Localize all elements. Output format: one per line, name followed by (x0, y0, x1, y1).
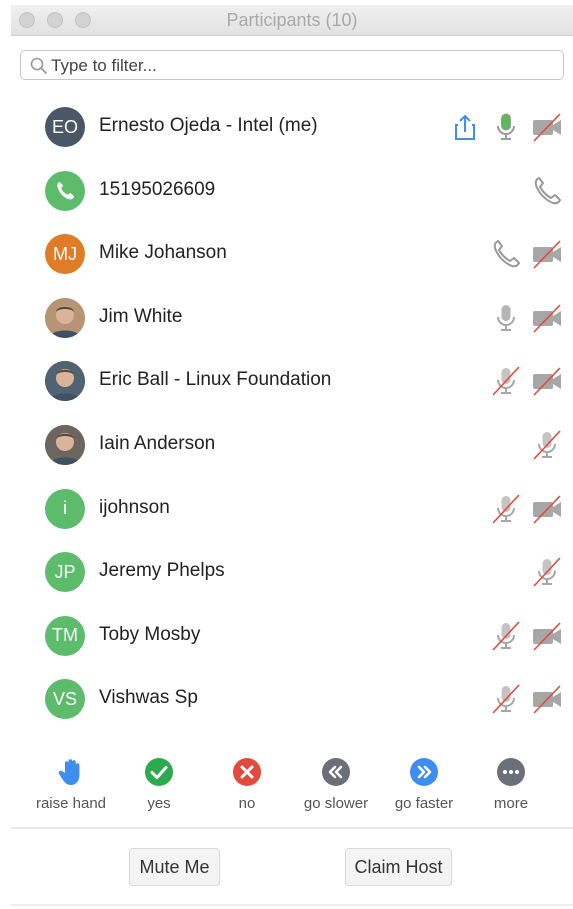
participants-window: Participants (10) EO Ernesto Ojeda - Inte… (11, 5, 573, 909)
mic-muted-icon (490, 620, 522, 652)
participant-row[interactable]: VS Vishwas Sp (11, 667, 573, 731)
reaction-label: go faster (394, 795, 454, 812)
raise-hand-icon (26, 757, 116, 787)
phone-icon (531, 175, 563, 207)
avatar: TM (45, 615, 85, 656)
reaction-label: go slower (303, 795, 369, 812)
participant-name: Eric Ball - Linux Foundation (99, 369, 332, 391)
participant-row[interactable]: Eric Ball - Linux Foundation (11, 349, 573, 413)
avatar-initials: EO (51, 116, 78, 137)
participant-row[interactable]: 15195026609 (11, 159, 573, 223)
participant-row[interactable]: Iain Anderson (11, 413, 573, 477)
title-bar: Participants (10) (11, 5, 573, 36)
avatar: VS (45, 679, 85, 720)
participant-row[interactable]: JP Jeremy Phelps (11, 540, 573, 604)
mic-muted-icon (531, 429, 563, 461)
reaction-yes-button[interactable]: yes (114, 757, 204, 812)
mic-muted-icon (490, 493, 522, 525)
mic-muted-icon (490, 683, 522, 715)
avatar-initials: TM (52, 625, 78, 646)
reaction-label: yes (147, 795, 171, 812)
reaction-label: no (238, 795, 256, 812)
participant-name: 15195026609 (99, 178, 216, 200)
participant-name: Iain Anderson (99, 432, 216, 454)
filter-input[interactable] (49, 53, 553, 79)
go-slower-icon (291, 757, 381, 787)
avatar-initials: MJ (53, 243, 77, 264)
avatar-photo (45, 424, 85, 465)
video-off-icon (531, 493, 563, 525)
avatar: EO (45, 107, 85, 147)
avatar: MJ (45, 234, 85, 275)
mic-muted-icon (490, 365, 522, 397)
mic-active-icon (490, 111, 522, 143)
divider (11, 827, 573, 829)
reaction-label: raise hand (35, 795, 107, 812)
reaction-more-button[interactable]: more (466, 757, 556, 812)
avatar-initials: VS (52, 688, 77, 709)
mute-me-button[interactable]: Mute Me (129, 848, 220, 886)
video-off-icon (531, 620, 563, 652)
more-icon (466, 757, 556, 787)
close-icon (202, 757, 292, 787)
video-off-icon (531, 683, 563, 715)
avatar-photo (45, 361, 85, 402)
reaction-go-slower-button[interactable]: go slower (291, 757, 381, 812)
phone-icon (490, 238, 522, 270)
participant-name: ijohnson (99, 496, 170, 518)
reaction-go-faster-button[interactable]: go faster (379, 757, 469, 812)
video-off-icon (531, 111, 563, 143)
avatar: i (45, 488, 85, 529)
go-faster-icon (379, 757, 469, 787)
participant-name: Ernesto Ojeda - Intel (me) (99, 115, 318, 136)
participant-row[interactable]: MJ Mike Johanson (11, 222, 573, 286)
participant-name: Vishwas Sp (99, 687, 198, 709)
participant-list: EO Ernesto Ojeda - Intel (me) 15195026609 M… (11, 95, 573, 731)
reaction-label: more (493, 795, 529, 812)
search-icon (30, 57, 47, 74)
participant-row[interactable]: i ijohnson (11, 477, 573, 541)
video-off-icon (531, 365, 563, 397)
reaction-raise-hand-button[interactable]: raise hand (26, 757, 116, 812)
participant-name: Toby Mosby (99, 623, 201, 645)
phone-avatar (45, 170, 85, 211)
filter-box[interactable] (20, 50, 564, 80)
participant-row[interactable]: TM Toby Mosby (11, 604, 573, 668)
window-title: Participants (10) (226, 10, 358, 30)
check-icon (114, 757, 204, 787)
participant-row[interactable]: Jim White (11, 286, 573, 350)
mic-muted-icon (531, 556, 563, 588)
bottom-edge (11, 904, 573, 906)
participant-name: Mike Johanson (99, 242, 227, 264)
avatar-initials: i (63, 498, 67, 519)
reactions-bar: raise hand yes no go slower go faster more (11, 757, 573, 829)
participant-name: Jim White (99, 305, 183, 327)
participant-name: Jeremy Phelps (99, 560, 225, 582)
mic-icon (490, 302, 522, 334)
video-off-icon (531, 302, 563, 334)
video-off-icon (531, 238, 563, 270)
avatar-initials: JP (54, 561, 76, 582)
share-screen-icon[interactable] (449, 111, 481, 143)
avatar-photo (45, 297, 85, 338)
reaction-no-button[interactable]: no (202, 757, 292, 812)
participant-row[interactable]: EO Ernesto Ojeda - Intel (me) (11, 95, 573, 159)
avatar: JP (45, 552, 85, 593)
claim-host-button[interactable]: Claim Host (345, 848, 452, 886)
